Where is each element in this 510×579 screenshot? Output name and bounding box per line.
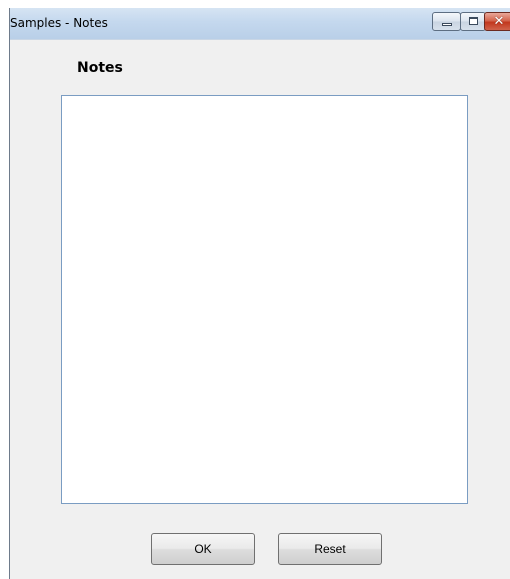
minimize-icon bbox=[442, 23, 452, 26]
maximize-icon bbox=[469, 17, 478, 25]
reset-button[interactable]: Reset bbox=[278, 533, 382, 565]
window-title: Samples - Notes bbox=[10, 16, 108, 30]
minimize-button[interactable] bbox=[432, 12, 461, 31]
maximize-button[interactable] bbox=[460, 12, 486, 31]
title-bar[interactable]: Samples - Notes ✕ bbox=[10, 8, 510, 40]
notes-textarea[interactable] bbox=[61, 95, 468, 504]
notes-window: Samples - Notes ✕ Notes OK Reset bbox=[9, 8, 510, 579]
notes-label: Notes bbox=[77, 60, 123, 76]
close-icon: ✕ bbox=[493, 14, 505, 29]
close-button[interactable]: ✕ bbox=[484, 12, 510, 31]
ok-button[interactable]: OK bbox=[151, 533, 255, 565]
